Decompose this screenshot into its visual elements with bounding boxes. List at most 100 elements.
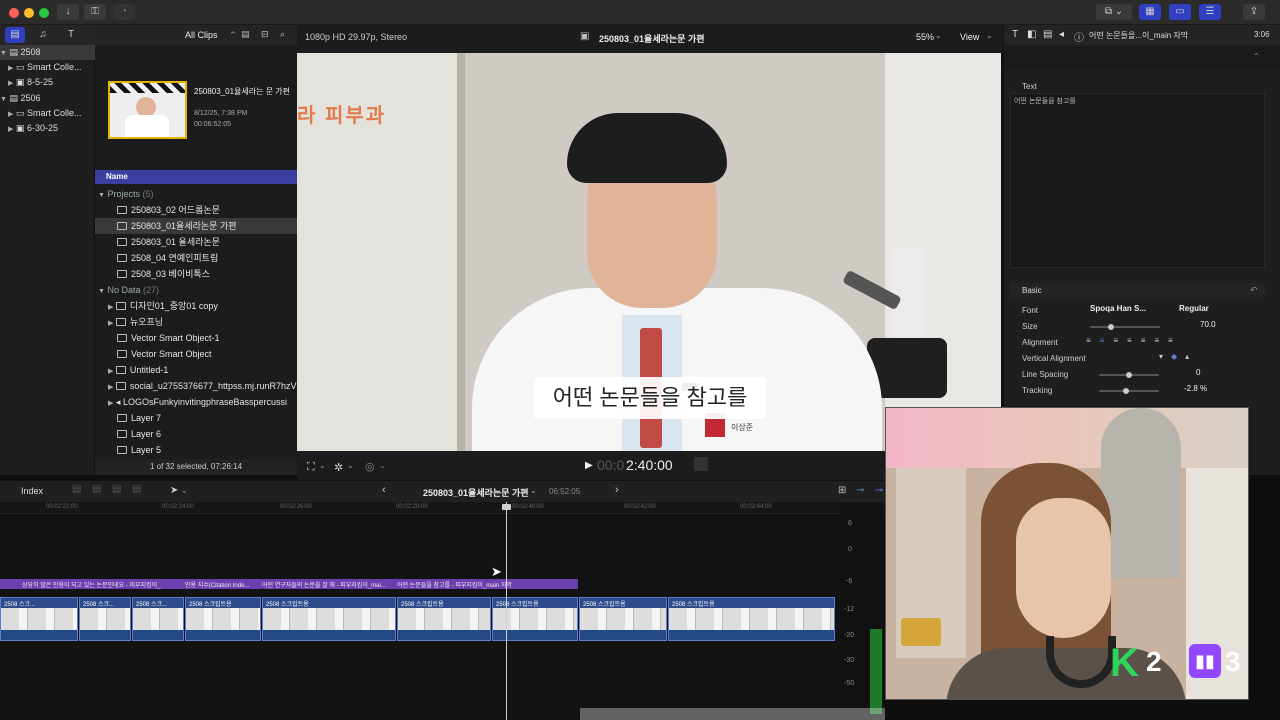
video-clip[interactable]: 2508 스크립트용 <box>185 597 261 641</box>
library-item-smart-collections-2[interactable]: ▶ ▭ Smart Colle... <box>0 106 95 121</box>
font-weight-dropdown[interactable]: Regular <box>1179 304 1209 313</box>
library-item-2506[interactable]: ▼ ▤ 2506 <box>0 91 95 106</box>
timeline-project-name[interactable]: 250803_01율세라는문 가편 <box>423 486 529 499</box>
close-window-button[interactable] <box>9 8 19 18</box>
zoom-window-button[interactable] <box>39 8 49 18</box>
media-row[interactable]: ▶ Untitled-1 <box>95 362 297 378</box>
video-clip[interactable]: 2508 스크립트용 <box>492 597 578 641</box>
audio-meter-toggle[interactable] <box>694 457 708 471</box>
zoom-dropdown[interactable]: 55% <box>916 32 934 42</box>
project-row-selected[interactable]: 250803_01율세라논문 가편 <box>95 218 297 234</box>
library-item-event-6-30-25[interactable]: ▶ ▣ 6-30-25 <box>0 121 95 136</box>
valign-bottom-icon[interactable]: ▴ <box>1185 352 1197 361</box>
overwrite-clip-icon[interactable]: ▤ <box>132 484 141 495</box>
projects-group-header[interactable]: ▼ Projects (5) <box>95 186 297 202</box>
audio-lanes-icon[interactable]: ⊞ <box>838 485 846 496</box>
align-center-icon[interactable]: ≡ <box>1100 336 1114 345</box>
justify-right-icon[interactable]: ≡ <box>1154 336 1168 345</box>
import-button[interactable]: ↓ <box>57 4 79 20</box>
video-inspector-icon[interactable]: ▤ <box>1043 29 1052 40</box>
reset-icon[interactable]: ↶ <box>1250 285 1258 296</box>
timecode-display[interactable]: 2:40:00 <box>626 457 673 473</box>
connect-clip-icon[interactable]: ▤ <box>72 484 81 495</box>
media-row[interactable]: Layer 5 <box>95 442 297 458</box>
minimize-window-button[interactable] <box>24 8 34 18</box>
history-forward-button[interactable]: › <box>615 484 619 496</box>
insert-clip-icon[interactable]: ▤ <box>92 484 101 495</box>
append-clip-icon[interactable]: ▤ <box>112 484 121 495</box>
justify-center-icon[interactable]: ≡ <box>1141 336 1155 345</box>
size-slider[interactable] <box>1090 324 1160 330</box>
valign-top-icon[interactable]: ▾ <box>1159 352 1171 361</box>
video-frame[interactable]: 라 피부과 이상준 어떤 논문들을 참고를 <box>297 53 1001 451</box>
video-clip[interactable]: 2508 스크립트용 <box>668 597 835 641</box>
transform-icon[interactable]: ⛶ <box>307 461 315 474</box>
media-row[interactable]: ▶ social_u2755376677_httpss.mj.runR7hzV <box>95 378 297 394</box>
filmstrip-settings-icon[interactable]: ⊟ <box>261 29 269 40</box>
audio-inspector-icon[interactable]: ◂ <box>1059 29 1064 40</box>
background-tasks-button[interactable]: ◔ <box>113 4 135 20</box>
timeline-index-button[interactable]: Index <box>21 486 43 496</box>
title-clip[interactable]: 어떤 논문들을 참고를 - 피부지킴이_main 자막 <box>397 580 512 589</box>
snapping-toggle-icon[interactable]: ⊸ <box>875 485 883 496</box>
library-item-smart-collections[interactable]: ▶ ▭ Smart Colle... <box>0 60 95 75</box>
video-clip[interactable]: 2508 스크... <box>79 597 131 641</box>
tracking-slider[interactable] <box>1099 388 1159 394</box>
playhead-handle[interactable] <box>502 504 511 510</box>
nodata-group-header[interactable]: ▼ No Data (27) <box>95 282 297 298</box>
speed-gauge-icon[interactable]: ◎ <box>365 460 375 473</box>
justify-left-icon[interactable]: ≡ <box>1127 336 1141 345</box>
line-spacing-slider[interactable] <box>1099 372 1159 378</box>
view-menu[interactable]: View <box>960 32 979 42</box>
media-row[interactable]: ▶ ◂ LOGOsFunkyinvitingphraseBasspercussi <box>95 394 297 410</box>
media-row[interactable]: ▶ 디자인01_중앙01 copy <box>95 298 297 314</box>
vertical-alignment-buttons[interactable]: ▾◆▴ <box>1159 352 1197 361</box>
media-row[interactable]: ▶ 뉴오프닝 <box>95 314 297 330</box>
select-tool-icon[interactable]: ➤ <box>170 485 178 496</box>
title-clip[interactable]: 어떤 연구자들의 논문을 잘 해 - 피부지킴이_mai... <box>262 580 386 589</box>
project-row[interactable]: 250803_01 율세라논문 <box>95 234 297 250</box>
line-spacing-knob[interactable] <box>1126 372 1132 378</box>
search-icon[interactable]: ⌕ <box>280 29 285 40</box>
all-clips-filter[interactable]: All Clips <box>185 30 218 40</box>
show-timeline-toggle[interactable]: ▭ <box>1169 4 1191 20</box>
title-clip[interactable]: 인용 지수(Citation Inde... <box>185 580 249 589</box>
media-row[interactable]: Vector Smart Object-1 <box>95 330 297 346</box>
export-button[interactable]: ⇪ <box>1243 4 1265 20</box>
play-button[interactable]: ▶ <box>585 460 593 471</box>
title-inspector-icon[interactable]: T <box>1012 29 1018 40</box>
video-clip[interactable]: 2508 스크... <box>0 597 78 641</box>
video-clip[interactable]: 2508 스크립트용 <box>397 597 491 641</box>
name-column-header[interactable]: Name <box>95 170 297 184</box>
subtitle-caption[interactable]: 어떤 논문들을 참고를 <box>534 377 766 419</box>
justify-all-icon[interactable]: ≡ <box>1168 336 1182 345</box>
text-entry-field[interactable]: 어떤 논문들을 참고를 <box>1010 93 1265 268</box>
media-row[interactable]: Layer 7 <box>95 410 297 426</box>
playhead[interactable] <box>506 502 507 720</box>
timeline-ruler[interactable]: 00:02:22:00 00:02:24:00 00:02:26:00 00:0… <box>0 502 840 514</box>
clip-appearance-icon[interactable]: ▤ <box>241 29 250 40</box>
line-spacing-value[interactable]: 0 <box>1196 368 1200 377</box>
align-left-icon[interactable]: ≡ <box>1086 336 1100 345</box>
project-thumbnail[interactable] <box>108 81 187 139</box>
skimming-toggle-icon[interactable]: ⊸ <box>856 485 864 496</box>
valign-middle-icon[interactable]: ◆ <box>1171 352 1185 361</box>
show-inspector-toggle[interactable]: ☰ <box>1199 4 1221 20</box>
libraries-tab[interactable]: ▤ <box>5 27 25 43</box>
tracking-knob[interactable] <box>1123 388 1129 394</box>
library-item-event-8-5-25[interactable]: ▶ ▣ 8-5-25 <box>0 75 95 90</box>
history-back-button[interactable]: ‹ <box>382 484 386 496</box>
project-row[interactable]: 2508_04 연예인피트림 <box>95 250 297 266</box>
info-icon[interactable]: ⓘ <box>1074 29 1084 44</box>
titles-generators-tab[interactable]: T <box>61 27 81 43</box>
video-clip[interactable]: 2508 스크립트용 <box>262 597 396 641</box>
preset-dropdown[interactable]: ⌃ <box>1004 47 1280 69</box>
basic-section-header[interactable]: Basic ↶ <box>1010 283 1265 299</box>
video-clip[interactable]: 2508 스크... <box>132 597 184 641</box>
alignment-buttons[interactable]: ≡≡≡≡≡≡≡ <box>1086 336 1182 345</box>
title-clip[interactable]: 상당히 많은 인용이 되고 있는 논문인데요 - 피부지킴이_ <box>22 580 160 589</box>
timeline[interactable]: 00:02:22:00 00:02:24:00 00:02:26:00 00:0… <box>0 502 885 720</box>
magic-wand-icon[interactable]: ✲ <box>334 461 343 474</box>
project-row[interactable]: 2508_03 베이비톡스 <box>95 266 297 282</box>
keywords-button[interactable]: ⚿ <box>84 4 106 20</box>
